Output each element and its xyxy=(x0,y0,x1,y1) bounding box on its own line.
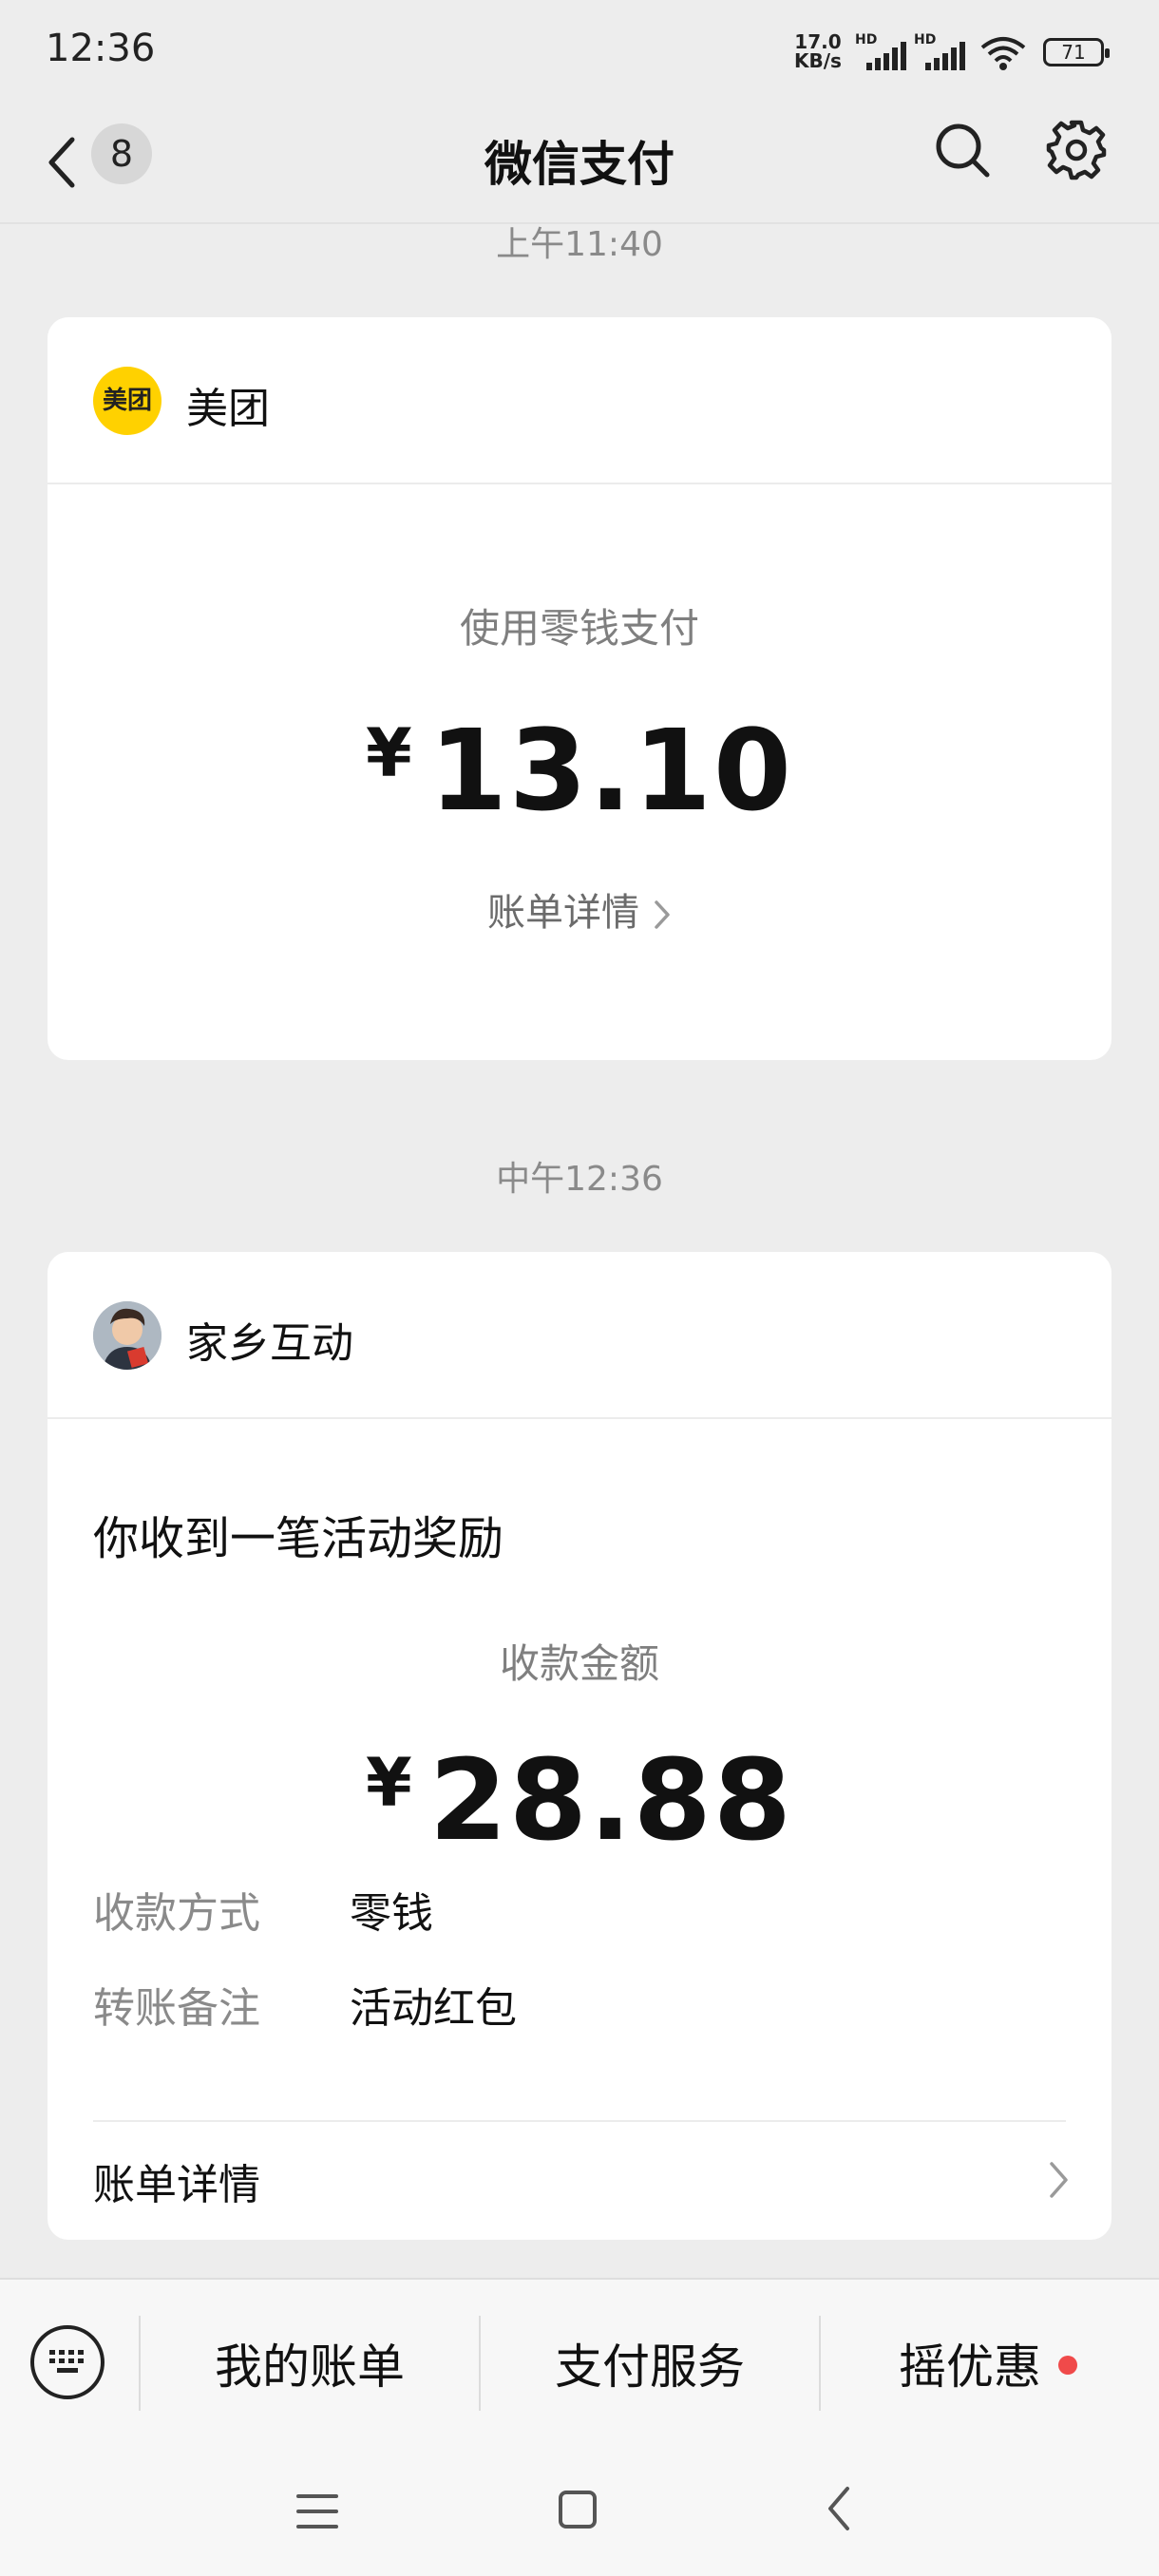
receive-amount-label: 收款金额 xyxy=(499,1640,659,1687)
battery-icon: 71 xyxy=(1043,38,1110,66)
amount-value: 28.88 xyxy=(428,1734,793,1866)
payment-amount: ¥13.10 xyxy=(48,705,1112,836)
message-timestamp: 中午12:36 xyxy=(496,1160,663,1199)
network-speed-unit: KB/s xyxy=(794,49,842,72)
bill-detail-label: 账单详情 xyxy=(487,891,639,935)
amount-value: 13.10 xyxy=(428,705,793,836)
shake-deals-button[interactable]: 摇优惠 xyxy=(821,2329,1159,2397)
home-icon[interactable] xyxy=(559,2491,597,2529)
menu-icon[interactable] xyxy=(296,2492,338,2530)
bill-detail-row[interactable]: 账单详情 xyxy=(48,2122,1112,2236)
network-speed: 17.0 KB/s xyxy=(794,32,842,70)
status-time: 12:36 xyxy=(46,27,156,70)
my-bills-button[interactable]: 我的账单 xyxy=(141,2329,479,2397)
payment-method-label: 使用零钱支付 xyxy=(459,605,699,652)
currency-symbol: ¥ xyxy=(366,1744,412,1822)
bottom-toolbar: 我的账单 支付服务 摇优惠 xyxy=(0,2278,1159,2445)
reward-title: 你收到一笔活动奖励 xyxy=(93,1512,504,1565)
keyboard-icon[interactable] xyxy=(30,2325,104,2399)
meituan-logo: 美团 xyxy=(93,367,162,435)
system-nav-bar xyxy=(0,2445,1159,2576)
back-icon[interactable] xyxy=(825,2485,853,2532)
message-timestamp: 上午11:40 xyxy=(496,225,663,264)
transfer-note-label: 转账备注 xyxy=(93,1984,260,2033)
bill-detail-link[interactable]: 账单详情 xyxy=(48,881,1112,937)
avatar xyxy=(93,1301,162,1370)
bill-detail-label: 账单详情 xyxy=(93,2161,260,2209)
chevron-right-icon xyxy=(1050,2162,1068,2198)
card-header: 家乡互动 xyxy=(48,1252,1112,1419)
search-icon[interactable] xyxy=(933,121,992,180)
receive-method-value: 零钱 xyxy=(350,1889,433,1938)
notification-dot xyxy=(1058,2356,1077,2375)
status-bar: 12:36 17.0 KB/s HD HD 71 xyxy=(0,0,1159,104)
network-speed-value: 17.0 xyxy=(794,30,842,53)
chevron-right-icon xyxy=(655,900,670,929)
receive-method-label: 收款方式 xyxy=(93,1889,260,1938)
transfer-note-value: 活动红包 xyxy=(350,1984,517,2033)
merchant-name: 家乡互动 xyxy=(186,1319,353,1368)
payment-services-button[interactable]: 支付服务 xyxy=(481,2329,819,2397)
gear-icon[interactable] xyxy=(1045,119,1108,181)
card-header: 美团 美团 xyxy=(48,317,1112,484)
wifi-icon xyxy=(980,37,1026,70)
payment-card-reward[interactable]: 家乡互动 你收到一笔活动奖励 收款金额 ¥28.88 收款方式 零钱 转账备注 … xyxy=(48,1252,1112,2240)
currency-symbol: ¥ xyxy=(366,714,412,792)
payment-card-meituan[interactable]: 美团 美团 使用零钱支付 ¥13.10 账单详情 xyxy=(48,317,1112,1060)
receive-amount: ¥28.88 xyxy=(48,1734,1112,1866)
merchant-name: 美团 xyxy=(186,385,270,433)
